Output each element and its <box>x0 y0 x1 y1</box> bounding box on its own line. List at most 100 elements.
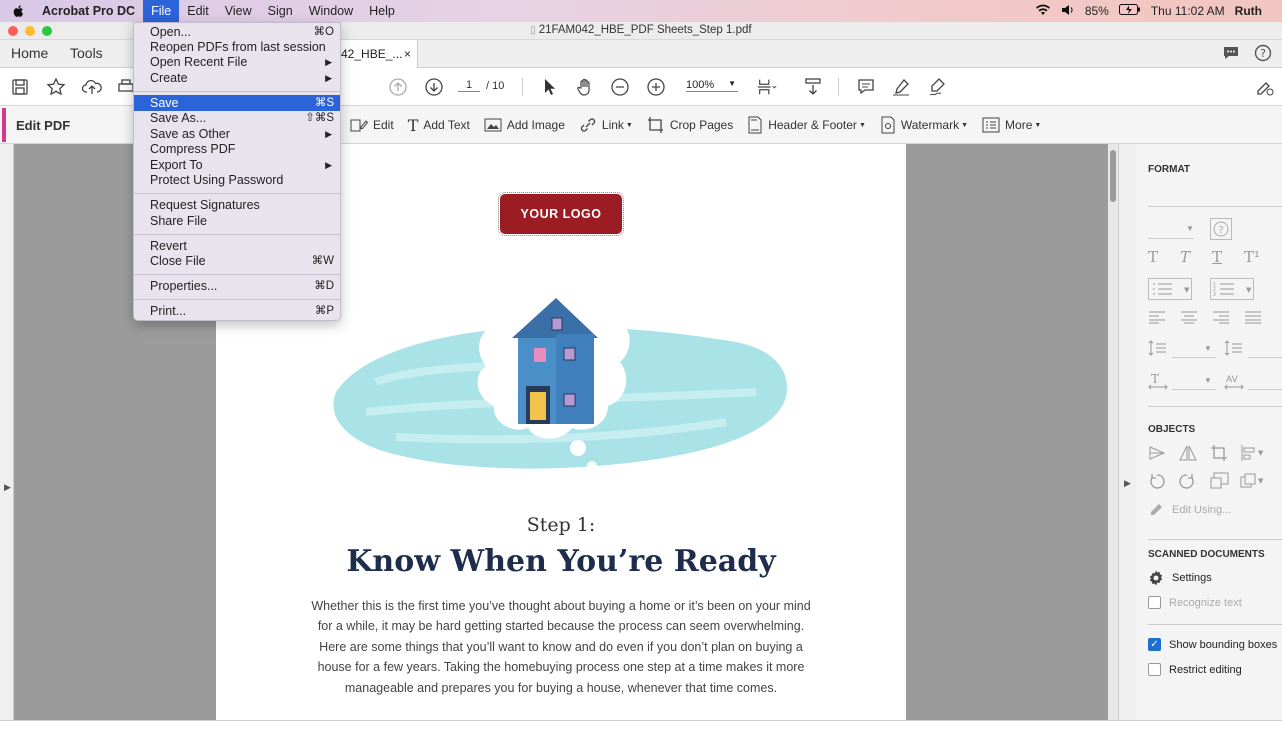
step-heading[interactable]: Step 1: <box>216 514 906 536</box>
menu-edit[interactable]: Edit <box>179 0 217 22</box>
previous-page-icon[interactable] <box>387 76 409 98</box>
recognize-text-option[interactable]: Recognize text <box>1148 596 1242 609</box>
select-cursor-icon[interactable] <box>538 76 560 98</box>
text-italic-icon[interactable]: T <box>1180 248 1190 266</box>
menu-item-save-as[interactable]: Save As... ⇧⌘S <box>134 110 340 126</box>
menu-item-export-to[interactable]: Export To ▶ <box>134 157 340 173</box>
logo-placeholder[interactable]: YOUR LOGO <box>498 192 624 236</box>
scrollbar-thumb[interactable] <box>1110 150 1116 202</box>
header-footer-button[interactable]: Header & Footer ▼ <box>747 116 866 134</box>
user-name[interactable]: Ruth <box>1235 4 1262 18</box>
menu-item-save[interactable]: Save ⌘S <box>134 95 340 111</box>
highlight-pen-icon[interactable] <box>890 76 912 98</box>
line-spacing-select[interactable] <box>1172 357 1216 358</box>
align-center-icon[interactable] <box>1180 310 1198 328</box>
menu-item-protect[interactable]: Protect Using Password <box>134 172 340 188</box>
edit-tool-button[interactable]: Edit <box>350 117 394 133</box>
menu-item-open[interactable]: Open... ⌘O <box>134 24 340 40</box>
help-icon[interactable]: ? <box>1254 44 1272 67</box>
paragraph-spacing-icon[interactable] <box>1224 340 1244 360</box>
house-illustration[interactable] <box>316 272 796 502</box>
menu-sign[interactable]: Sign <box>260 0 301 22</box>
tab-home[interactable]: Home <box>11 45 48 61</box>
flip-horizontal-icon[interactable] <box>1178 444 1198 466</box>
text-underline-icon[interactable]: T <box>1212 248 1222 266</box>
battery-icon[interactable] <box>1118 4 1141 18</box>
rotate-left-icon[interactable] <box>1148 472 1166 494</box>
menu-item-compress[interactable]: Compress PDF <box>134 141 340 157</box>
restrict-editing-option[interactable]: Restrict editing <box>1148 663 1242 676</box>
font-select[interactable] <box>1148 206 1282 207</box>
menu-item-share-file[interactable]: Share File <box>134 213 340 229</box>
cloud-upload-icon[interactable] <box>81 76 103 98</box>
align-left-icon[interactable] <box>1148 310 1166 328</box>
right-panel-toggle[interactable]: ▶ <box>1118 144 1136 720</box>
zoom-out-icon[interactable] <box>609 76 631 98</box>
menu-window[interactable]: Window <box>301 0 361 22</box>
font-size-select[interactable] <box>1148 238 1194 239</box>
menu-item-revert[interactable]: Revert <box>134 238 340 254</box>
crop-pages-button[interactable]: Crop Pages <box>647 116 733 134</box>
menu-item-create[interactable]: Create ▶ <box>134 70 340 86</box>
replace-image-icon[interactable] <box>1210 472 1230 494</box>
comment-icon[interactable] <box>855 76 877 98</box>
star-icon[interactable] <box>45 76 67 98</box>
clock[interactable]: Thu 11:02 AM <box>1151 4 1225 18</box>
tab-document[interactable]: 42_HBE_... × <box>330 40 418 69</box>
align-justify-icon[interactable] <box>1244 310 1262 328</box>
left-panel-toggle[interactable]: ▶ <box>0 144 14 720</box>
page-layout-icon[interactable] <box>756 76 778 98</box>
zoom-level-select[interactable]: 100% ▼ <box>686 79 738 92</box>
scroll-mode-icon[interactable] <box>802 76 824 98</box>
next-page-icon[interactable] <box>423 76 445 98</box>
align-objects-icon[interactable]: ▼ <box>1240 444 1268 466</box>
menu-item-reopen[interactable]: Reopen PDFs from last session <box>134 39 340 55</box>
link-pen-icon[interactable] <box>1254 76 1276 98</box>
restrict-editing-checkbox[interactable] <box>1148 663 1161 676</box>
tab-tools[interactable]: Tools <box>70 45 103 61</box>
rotate-right-icon[interactable] <box>1178 472 1196 494</box>
save-icon[interactable] <box>9 76 31 98</box>
text-plain-icon[interactable]: T <box>1148 248 1158 266</box>
menu-item-request-signatures[interactable]: Request Signatures <box>134 197 340 213</box>
crop-object-icon[interactable] <box>1210 444 1228 466</box>
bullet-list-icon[interactable]: ▼ <box>1148 278 1192 304</box>
hand-tool-icon[interactable] <box>574 76 596 98</box>
body-paragraph[interactable]: Whether this is the first time you’ve th… <box>296 596 826 698</box>
menu-app-name[interactable]: Acrobat Pro DC <box>34 0 143 22</box>
close-tab-icon[interactable]: × <box>404 40 411 68</box>
menu-help[interactable]: Help <box>361 0 403 22</box>
show-bounding-boxes-checkbox[interactable]: ✓ <box>1148 638 1161 651</box>
add-text-button[interactable]: T Add Text <box>408 116 470 135</box>
menu-item-open-recent[interactable]: Open Recent File ▶ <box>134 54 340 70</box>
help-circle-icon[interactable]: ? <box>1210 218 1232 244</box>
menu-item-print[interactable]: Print... ⌘P <box>134 303 340 319</box>
text-superscript-icon[interactable]: T¹ <box>1244 248 1260 266</box>
arrange-objects-icon[interactable]: ▼ <box>1240 472 1268 494</box>
recognize-text-checkbox[interactable] <box>1148 596 1161 609</box>
character-spacing-select[interactable] <box>1248 389 1282 390</box>
edit-using-button[interactable]: Edit Using... <box>1148 502 1231 518</box>
more-button[interactable]: More ▼ <box>982 117 1041 133</box>
numbered-list-icon[interactable]: 1 2 3 ▼ <box>1210 278 1254 304</box>
comment-bubble-icon[interactable] <box>1222 44 1240 67</box>
apple-icon[interactable] <box>12 4 26 18</box>
menu-file[interactable]: File <box>143 0 180 22</box>
page-number-input[interactable]: 1 <box>458 79 480 92</box>
line-spacing-icon[interactable] <box>1148 340 1168 360</box>
flip-vertical-icon[interactable] <box>1148 444 1166 466</box>
menu-item-save-as-other[interactable]: Save as Other ▶ <box>134 126 340 142</box>
page-headline[interactable]: Know When You’re Ready <box>216 544 906 579</box>
volume-icon[interactable] <box>1061 4 1075 19</box>
watermark-button[interactable]: Watermark ▼ <box>880 116 968 134</box>
zoom-in-icon[interactable] <box>645 76 667 98</box>
vertical-scrollbar[interactable] <box>1108 144 1118 720</box>
wifi-icon[interactable] <box>1035 4 1051 19</box>
link-button[interactable]: Link ▼ <box>579 117 633 133</box>
horizontal-scaling-icon[interactable]: T <box>1148 372 1168 394</box>
sign-pen-icon[interactable] <box>926 76 948 98</box>
horizontal-scaling-select[interactable] <box>1172 389 1216 390</box>
show-bounding-boxes-option[interactable]: ✓ Show bounding boxes <box>1148 638 1277 651</box>
character-spacing-icon[interactable]: AV <box>1224 372 1244 394</box>
add-image-button[interactable]: Add Image <box>484 117 565 133</box>
